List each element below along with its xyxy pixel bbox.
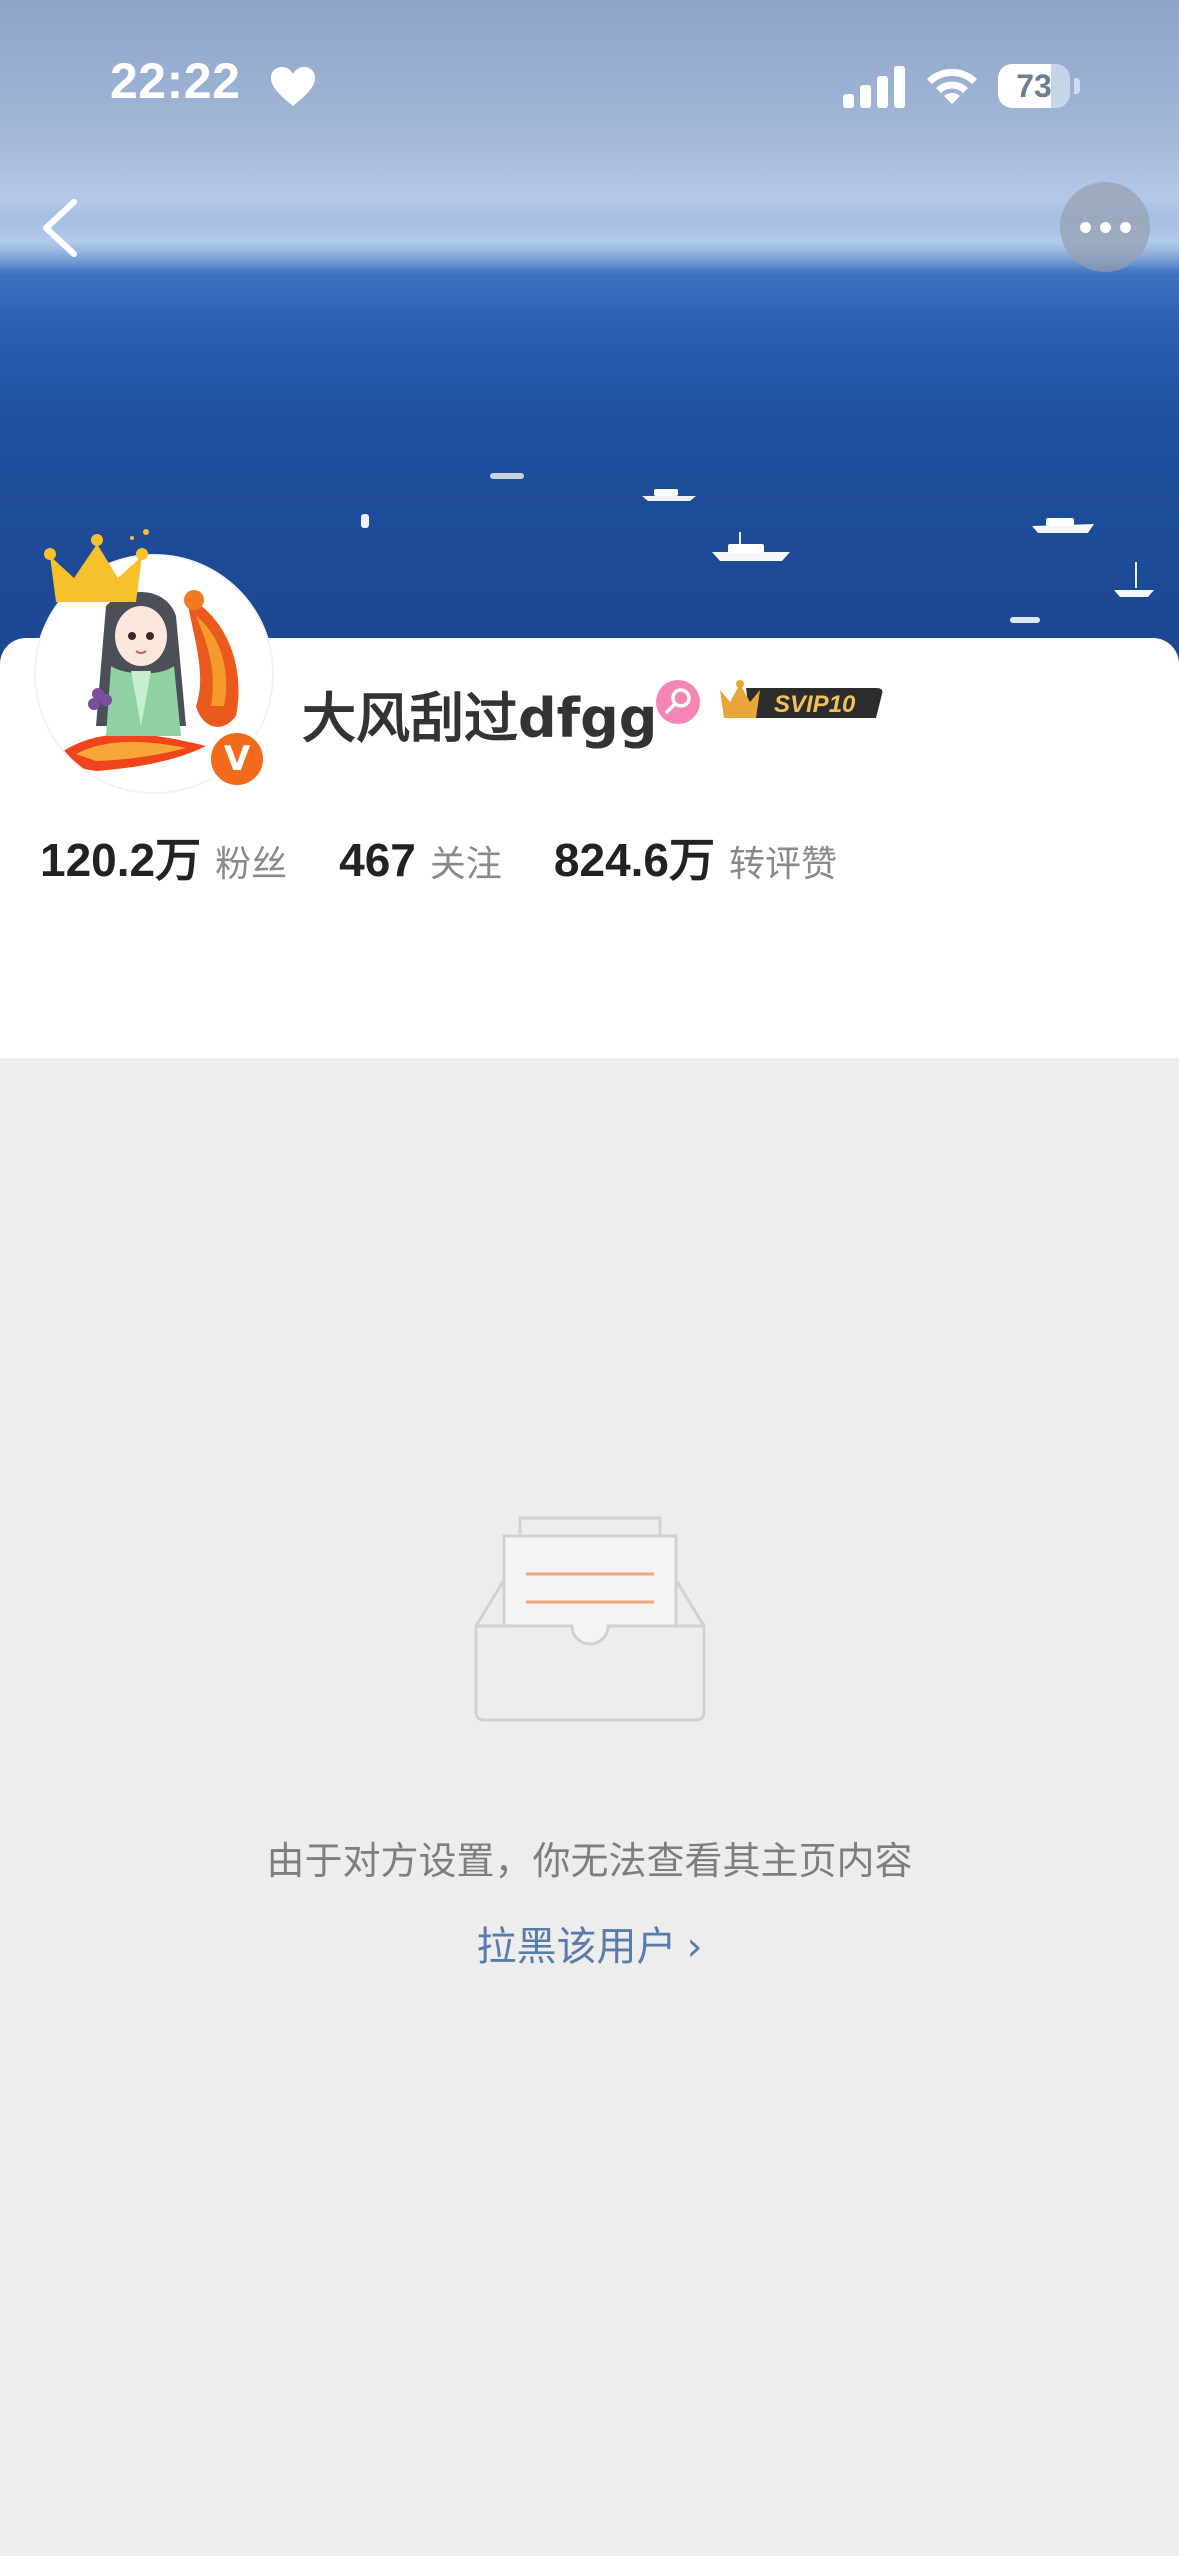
chevron-left-icon <box>43 199 77 257</box>
stat-label: 粉丝 <box>215 844 288 885</box>
battery-indicator: 73 <box>998 64 1080 108</box>
restricted-content-message: 由于对方设置，你无法查看其主页内容 <box>266 1839 913 1883</box>
stat-reposts-comments-likes[interactable]: 824.6万 转评赞 <box>554 824 837 890</box>
status-time: 22:22 <box>110 53 241 109</box>
more-dots-icon <box>1120 222 1131 233</box>
boat-image <box>712 532 790 561</box>
boat-image <box>1032 518 1094 533</box>
heart-icon <box>271 67 315 106</box>
cellular-signal-icon <box>843 66 905 108</box>
stat-label: 关注 <box>429 844 502 885</box>
cover-horizon-haze <box>0 215 1179 275</box>
more-dots-icon <box>1080 222 1091 233</box>
crown-icon <box>44 529 149 602</box>
female-symbol-icon <box>665 688 691 714</box>
more-dots-icon <box>1100 222 1111 233</box>
verified-badge-letter: V <box>223 739 251 779</box>
back-button[interactable] <box>28 188 98 268</box>
battery-percentage: 73 <box>1016 68 1052 104</box>
stat-followers[interactable]: 120.2万 粉丝 <box>40 824 287 890</box>
username: 大风刮过dfgg <box>302 687 658 750</box>
stat-value: 467 <box>339 834 416 886</box>
profile-page: 22:22 73 V 大风刮过dfgg SVIP10 120.2万 粉丝 467… <box>0 0 1179 2556</box>
boat-image <box>490 473 524 479</box>
verified-badge: V <box>206 728 268 790</box>
wifi-icon <box>927 68 977 104</box>
battery-cap <box>1074 78 1080 94</box>
stat-value: 824.6万 <box>553 834 716 886</box>
battery-body: 73 <box>998 64 1070 108</box>
chevron-right-icon: › <box>686 1924 703 1970</box>
more-options-button[interactable] <box>1060 182 1150 272</box>
stat-label: 转评赞 <box>729 844 838 885</box>
svip-badge[interactable]: SVIP10 <box>716 678 886 726</box>
boat-image <box>1114 562 1154 597</box>
stat-following[interactable]: 467 关注 <box>339 833 502 887</box>
block-user-link[interactable]: 拉黑该用户 › <box>0 1914 1179 1972</box>
boat-image <box>1010 617 1040 623</box>
stat-value: 120.2万 <box>40 834 202 886</box>
boat-image <box>642 489 696 501</box>
female-icon <box>656 680 700 724</box>
block-user-label: 拉黑该用户 <box>476 1924 677 1970</box>
boat-image <box>361 514 369 528</box>
svip-badge-text: SVIP10 <box>774 691 856 718</box>
empty-inbox-icon <box>474 1516 706 1722</box>
profile-stats: 120.2万 粉丝 467 关注 824.6万 转评赞 <box>40 824 889 887</box>
avatar-container[interactable]: V <box>36 529 272 792</box>
